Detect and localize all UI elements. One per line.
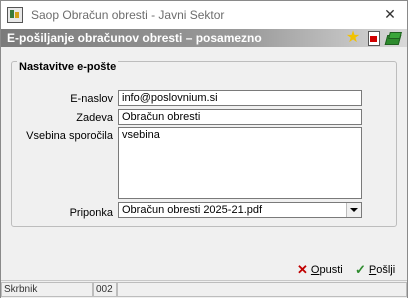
group-legend: Nastavitve e-pošte	[17, 61, 119, 73]
title-bar: Saop Obračun obresti - Javni Sektor ✕	[1, 1, 407, 29]
status-empty	[117, 282, 407, 297]
body-label: Vsebina sporočila	[26, 130, 113, 142]
book-icon[interactable]	[384, 30, 402, 46]
page-title: E-pošiljanje obračunov obresti – posamez…	[7, 31, 262, 45]
email-field[interactable]: info@poslovnium.si	[118, 90, 362, 106]
status-user: Skrbnik	[1, 282, 93, 297]
cancel-label-rest: pusti	[319, 264, 343, 276]
cancel-button[interactable]: ✕ Opusti	[297, 261, 343, 279]
header-bar: E-pošiljanje obračunov obresti – posamez…	[1, 29, 407, 47]
attachment-value: Obračun obresti 2025-21.pdf	[122, 204, 263, 216]
close-icon[interactable]: ✕	[383, 7, 397, 21]
body-textarea[interactable]: vsebina	[118, 127, 362, 199]
send-label-rest: ošlji	[376, 264, 396, 276]
x-icon: ✕	[297, 262, 308, 277]
attachment-label: Priponka	[69, 207, 113, 219]
attachment-select[interactable]: Obračun obresti 2025-21.pdf	[118, 202, 362, 218]
subject-label: Zadeva	[76, 112, 113, 124]
email-label: E-naslov	[70, 93, 113, 105]
dialog-window: Saop Obračun obresti - Javni Sektor ✕ E-…	[0, 0, 408, 298]
app-icon	[7, 7, 23, 23]
send-button[interactable]: ✓ Pošlji	[355, 261, 395, 279]
window-title: Saop Obračun obresti - Javni Sektor	[31, 8, 225, 22]
cancel-mnemonic: O	[310, 264, 320, 276]
status-code: 002	[93, 282, 117, 297]
status-bar: Skrbnik 002	[1, 280, 407, 298]
send-mnemonic: P	[368, 264, 377, 276]
pdf-icon[interactable]	[365, 30, 381, 46]
star-icon[interactable]: ★	[345, 30, 361, 46]
dropdown-arrow-icon[interactable]	[346, 203, 361, 217]
subject-field[interactable]: Obračun obresti	[118, 109, 362, 125]
check-icon: ✓	[355, 262, 366, 277]
